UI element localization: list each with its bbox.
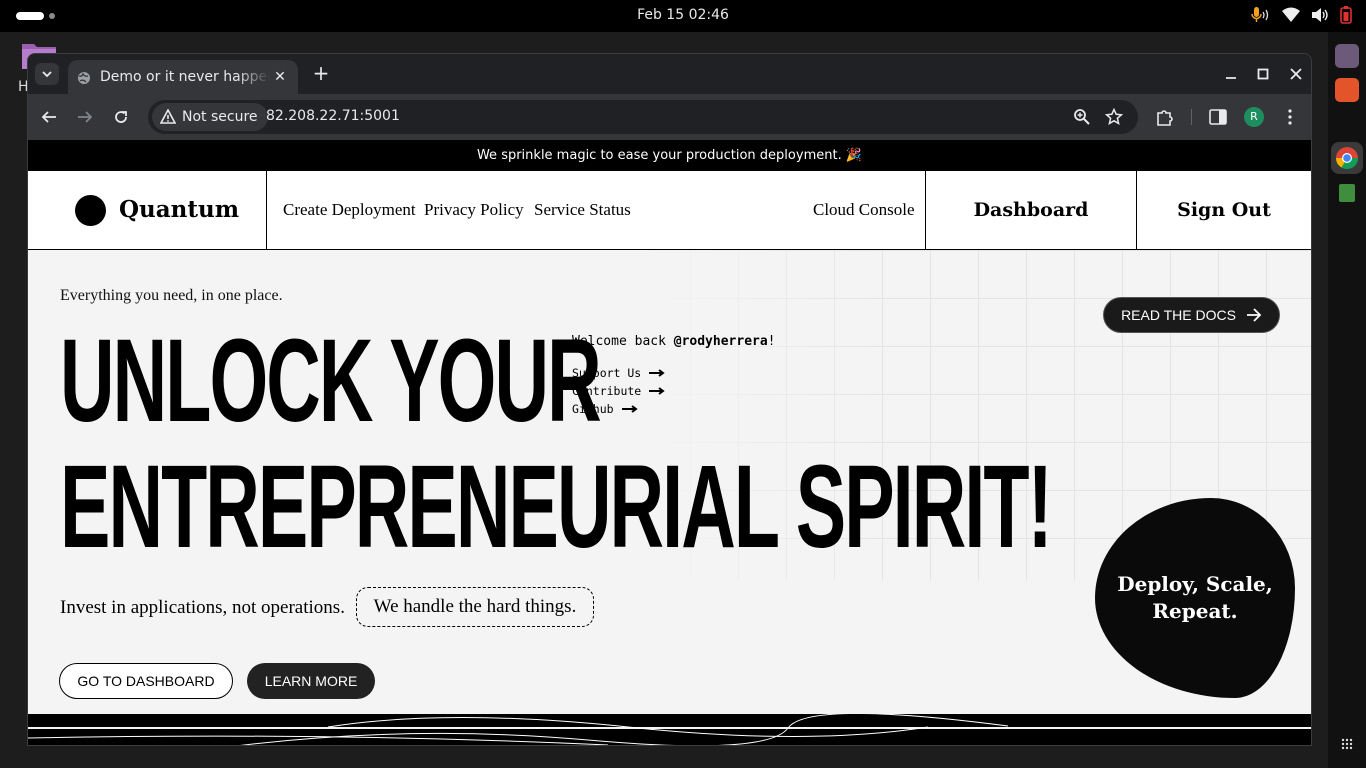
browser-menu-button[interactable] xyxy=(1279,106,1301,128)
tab-search-button[interactable] xyxy=(35,63,59,85)
nav-cloud-console[interactable]: Cloud Console xyxy=(813,200,915,220)
nav-privacy-policy[interactable]: Privacy Policy xyxy=(424,200,524,220)
tab-title: Demo or it never happened xyxy=(100,69,270,85)
contribute-label: Contribute xyxy=(572,384,642,398)
headline-line-2: ENTREPRENEURIAL SPIRIT! xyxy=(60,441,1053,573)
microphone-icon[interactable] xyxy=(1251,6,1271,24)
github-link[interactable]: Github xyxy=(572,400,665,418)
arrow-right-icon xyxy=(649,369,665,377)
sign-out-link[interactable]: Sign Out xyxy=(1136,171,1311,249)
arrow-left-icon xyxy=(41,111,56,123)
welcome-prefix: Welcome back xyxy=(572,334,674,349)
chrome-icon[interactable] xyxy=(1335,146,1359,170)
support-us-label: Support Us xyxy=(572,366,642,380)
system-top-bar: Feb 15 02:46 xyxy=(0,0,1366,32)
brand-name: Quantum xyxy=(119,196,240,223)
puzzle-icon xyxy=(1157,110,1173,126)
hero-tagline: Everything you need, in one place. xyxy=(60,287,283,304)
app-grid-icon[interactable] xyxy=(1341,738,1353,750)
warning-icon xyxy=(160,109,176,124)
go-to-dashboard-button[interactable]: GO TO DASHBOARD xyxy=(59,663,233,699)
minimize-icon xyxy=(1226,77,1236,79)
software-center-icon[interactable] xyxy=(1335,78,1359,102)
arrow-right-icon xyxy=(649,387,665,395)
reload-icon xyxy=(115,111,127,123)
support-us-link[interactable]: Support Us xyxy=(572,364,665,382)
globe-icon xyxy=(78,72,90,84)
volume-icon[interactable] xyxy=(1311,7,1329,23)
nav-create-deployment[interactable]: Create Deployment xyxy=(283,200,416,220)
dock xyxy=(1328,32,1366,768)
active-tab[interactable]: Demo or it never happened ✕ xyxy=(68,60,298,94)
bookmark-star-icon[interactable] xyxy=(1105,108,1123,126)
site-header: Quantum Create Deployment Privacy Policy… xyxy=(28,171,1311,250)
chevron-down-icon xyxy=(42,70,52,77)
maximize-button[interactable] xyxy=(1253,64,1273,84)
back-button[interactable] xyxy=(38,106,60,128)
zoom-icon[interactable] xyxy=(1073,108,1091,126)
hero-headline: UNLOCK YOUR ENTREPRENEURIAL SPIRIT! xyxy=(60,315,1053,573)
logo-circle-icon xyxy=(75,195,106,226)
security-chip[interactable]: Not secure xyxy=(152,103,268,131)
tab-strip: Demo or it never happened ✕ + xyxy=(28,54,1311,94)
web-page: We sprinkle magic to ease your productio… xyxy=(28,140,1311,745)
arrow-right-icon xyxy=(1246,308,1262,322)
system-clock[interactable]: Feb 15 02:46 xyxy=(0,7,1366,23)
reload-button[interactable] xyxy=(110,106,132,128)
contribute-link[interactable]: Contribute xyxy=(572,382,665,400)
system-tray[interactable] xyxy=(1251,6,1352,24)
browser-window: Demo or it never happened ✕ + Not secure… xyxy=(27,53,1312,746)
side-panel-button[interactable] xyxy=(1207,106,1229,128)
quick-links: Support Us Contribute Github xyxy=(572,364,665,418)
maximize-icon xyxy=(1257,68,1269,80)
arrow-right-icon xyxy=(78,111,93,123)
browser-toolbar: Not secure 82.208.22.71:5001 R xyxy=(28,94,1311,140)
side-panel-icon xyxy=(1209,109,1227,125)
learn-more-button[interactable]: LEARN MORE xyxy=(247,663,375,699)
trash-icon[interactable] xyxy=(1339,184,1355,202)
power-icon[interactable] xyxy=(1340,6,1352,24)
nav-service-status[interactable]: Service Status xyxy=(534,200,631,220)
new-tab-button[interactable]: + xyxy=(310,63,332,85)
welcome-suffix: ! xyxy=(767,334,776,349)
arrow-right-icon xyxy=(621,405,638,413)
minimize-button[interactable] xyxy=(1221,64,1241,84)
security-label: Not secure xyxy=(182,109,258,125)
github-label: Github xyxy=(572,402,614,416)
read-docs-label: READ THE DOCS xyxy=(1121,307,1236,323)
announcement-bar: We sprinkle magic to ease your productio… xyxy=(28,140,1311,171)
address-bar[interactable]: Not secure 82.208.22.71:5001 xyxy=(148,100,1138,134)
close-icon xyxy=(1290,68,1302,80)
hero-section: Everything you need, in one place. UNLOC… xyxy=(28,250,1311,715)
extensions-button[interactable] xyxy=(1154,106,1176,128)
decorative-wave-banner xyxy=(28,714,1311,745)
brand-logo[interactable]: Quantum xyxy=(28,171,267,249)
dashboard-link[interactable]: Dashboard xyxy=(925,171,1136,249)
headline-line-1: UNLOCK YOUR xyxy=(60,315,602,447)
username: @rodyherrera xyxy=(673,334,768,349)
close-tab-icon[interactable]: ✕ xyxy=(272,69,288,85)
invest-text: Invest in applications, not operations. xyxy=(60,597,345,618)
close-window-button[interactable] xyxy=(1286,64,1306,84)
profile-avatar[interactable]: R xyxy=(1244,107,1264,127)
hard-things-pill: We handle the hard things. xyxy=(356,587,594,627)
toolbar-divider xyxy=(1191,109,1192,125)
read-docs-button[interactable]: READ THE DOCS xyxy=(1103,297,1280,333)
welcome-message: Welcome back @rodyherrera! xyxy=(572,334,776,349)
more-vertical-icon xyxy=(1288,109,1292,125)
wifi-icon[interactable] xyxy=(1282,7,1300,23)
forward-button[interactable] xyxy=(74,106,96,128)
files-app-icon[interactable] xyxy=(1335,44,1359,68)
url-text[interactable]: 82.208.22.71:5001 xyxy=(266,108,400,124)
